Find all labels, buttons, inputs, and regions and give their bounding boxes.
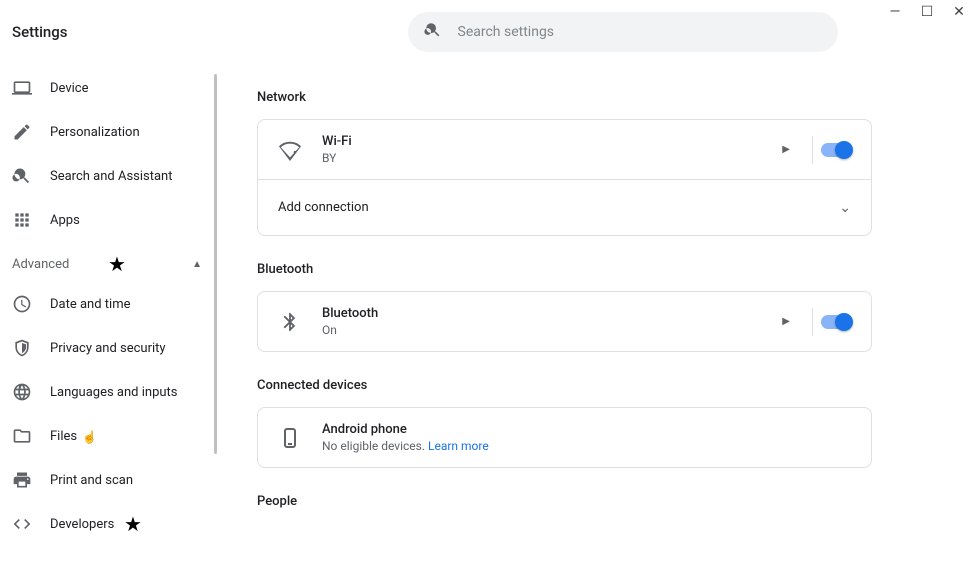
sidebar-advanced-toggle[interactable]: Advanced ★ ▲ [0,244,214,284]
bluetooth-icon [278,310,302,334]
learn-more-link[interactable]: Learn more [428,439,489,453]
pointer-cursor-icon: ☝ [82,430,97,444]
star-annotation-icon: ★ [108,252,126,276]
sidebar-item-apps[interactable]: Apps [0,200,214,240]
shield-icon [12,338,32,358]
chevron-right-icon[interactable]: ▶ [768,144,804,155]
add-connection-label: Add connection [278,200,839,215]
search-input[interactable] [458,24,822,40]
wifi-toggle[interactable] [821,143,851,157]
wifi-row[interactable]: Wi-Fi BY ▶ [258,120,871,179]
wifi-label: Wi-Fi [322,134,768,149]
add-connection-row[interactable]: Add connection ⌄ [258,179,871,235]
sidebar-item-label: Search and Assistant [50,169,173,184]
section-title-connected-devices: Connected devices [257,378,935,393]
chevron-down-icon: ⌄ [839,200,851,216]
sidebar-item-label: Privacy and security [50,341,166,356]
sidebar: Device Personalization Search and Assist… [0,64,214,563]
sidebar-item-label: Developers [50,517,114,532]
bluetooth-row[interactable]: Bluetooth On ▶ [258,292,871,351]
search-icon [424,21,442,43]
section-title-bluetooth: Bluetooth [257,262,935,277]
android-phone-label: Android phone [322,422,851,437]
divider [812,136,813,164]
section-title-people: People [257,494,935,509]
search-input-container[interactable] [408,12,838,52]
sidebar-item-label: Files [50,429,77,444]
page-title: Settings [12,23,68,41]
folder-icon [12,426,32,446]
main-content: Network Wi-Fi BY ▶ Add connection ⌄ [217,64,975,563]
sidebar-item-languages-inputs[interactable]: Languages and inputs [0,372,214,412]
network-card: Wi-Fi BY ▶ Add connection ⌄ [257,119,872,236]
sidebar-item-label: Date and time [50,297,131,312]
header: Settings [0,0,975,64]
bluetooth-card: Bluetooth On ▶ [257,291,872,352]
chevron-up-icon: ▲ [192,259,202,270]
divider [812,308,813,336]
printer-icon [12,470,32,490]
advanced-label: Advanced [12,257,69,272]
sidebar-item-files[interactable]: Files ☝ [0,416,214,456]
laptop-icon [12,78,32,98]
chevron-right-icon[interactable]: ▶ [768,316,804,327]
sidebar-item-privacy-security[interactable]: Privacy and security [0,328,214,368]
android-phone-row[interactable]: Android phone No eligible devices. Learn… [258,408,871,467]
sidebar-item-device[interactable]: Device [0,68,214,108]
sidebar-item-label: Device [50,81,89,96]
connected-devices-card: Android phone No eligible devices. Learn… [257,407,872,468]
close-icon[interactable]: ✕ [951,4,967,20]
sidebar-item-date-time[interactable]: Date and time [0,284,214,324]
section-title-network: Network [257,90,935,105]
sidebar-item-label: Print and scan [50,473,133,488]
sidebar-item-label: Languages and inputs [50,385,178,400]
globe-icon [12,382,32,402]
sidebar-item-label: Personalization [50,125,140,140]
apps-grid-icon [12,210,32,230]
bluetooth-label: Bluetooth [322,306,768,321]
clock-icon [12,294,32,314]
wifi-icon [278,138,302,162]
sidebar-item-label: Apps [50,213,80,228]
maximize-icon[interactable]: ☐ [919,4,935,20]
code-icon [12,514,32,534]
sidebar-item-print-scan[interactable]: Print and scan [0,460,214,500]
wifi-network-name: BY [322,151,768,165]
bluetooth-status: On [322,323,768,337]
search-icon [12,166,32,186]
star-annotation-icon: ★ [124,512,142,536]
sidebar-item-developers[interactable]: Developers ★ [0,504,214,544]
sidebar-item-personalization[interactable]: Personalization [0,112,214,152]
android-phone-sub: No eligible devices. [322,439,428,453]
minimize-icon[interactable]: — [887,4,903,20]
bluetooth-toggle[interactable] [821,315,851,329]
sidebar-item-search-assistant[interactable]: Search and Assistant [0,156,214,196]
pencil-icon [12,122,32,142]
phone-icon [278,426,302,450]
